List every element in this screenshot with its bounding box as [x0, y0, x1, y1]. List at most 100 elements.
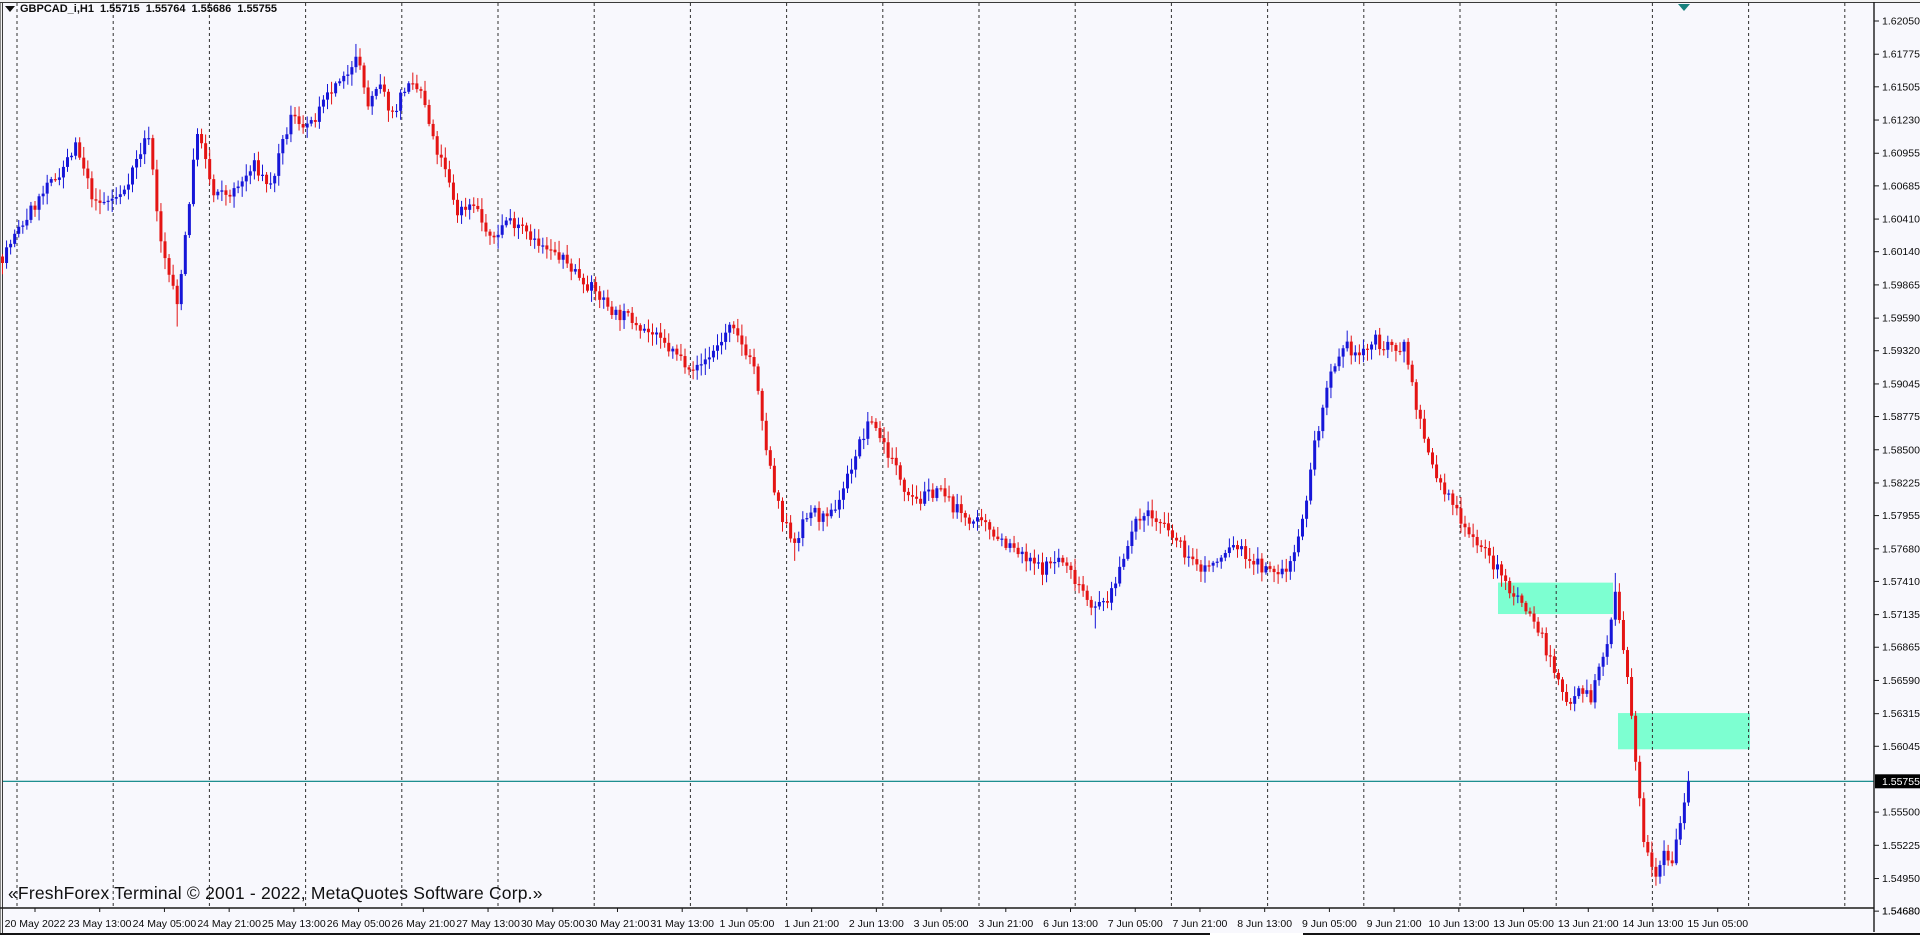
- candle-bear: [1061, 558, 1064, 563]
- candle-bull: [1204, 565, 1207, 571]
- candle-bear: [525, 225, 528, 231]
- candle-bull: [1098, 602, 1101, 606]
- candle-bull: [310, 120, 313, 124]
- candle-bull: [505, 221, 508, 226]
- candle-bear: [1041, 562, 1044, 574]
- candle-bull: [704, 359, 707, 364]
- price-tick-label: 1.60955: [1882, 148, 1920, 160]
- candle-bear: [931, 490, 934, 498]
- candle-bear: [86, 169, 89, 179]
- candle-bear: [988, 522, 991, 529]
- candle-bear: [1419, 410, 1422, 419]
- candle-bear: [1500, 564, 1503, 575]
- candle-bear: [204, 143, 207, 159]
- candle-bear: [1277, 572, 1280, 574]
- candle-bear: [1139, 519, 1142, 521]
- candle-bull: [180, 274, 183, 304]
- candle-bull: [1130, 532, 1133, 546]
- candle-bull: [17, 227, 20, 234]
- time-tick-label: 13 Jun 21:00: [1558, 918, 1619, 930]
- ohlc-high-value: 1.55764: [146, 3, 186, 15]
- candle-bear: [529, 231, 532, 239]
- candle-bear: [968, 518, 971, 524]
- candle-bear: [1252, 561, 1255, 565]
- candle-bear: [1537, 622, 1540, 633]
- candle-bear: [1358, 352, 1361, 355]
- candle-bull: [1594, 680, 1597, 702]
- price-tick-label: 1.55500: [1882, 807, 1920, 819]
- candle-bear: [781, 501, 784, 522]
- time-tick-label: 1 Jun 05:00: [719, 918, 774, 930]
- candle-bull: [1309, 470, 1312, 501]
- candle-bull: [42, 194, 45, 197]
- time-tick-label: 3 Jun 21:00: [978, 918, 1033, 930]
- candle-bull: [38, 196, 41, 210]
- candle-bear: [1667, 851, 1670, 861]
- candle-bull: [671, 349, 674, 352]
- candle-bear: [1459, 508, 1462, 523]
- candle-bear: [432, 124, 435, 136]
- time-tick-label: 3 Jun 05:00: [914, 918, 969, 930]
- candle-bear: [899, 465, 902, 479]
- candle-bear: [359, 57, 362, 66]
- candle-bull: [1374, 335, 1377, 345]
- candle-bull: [1134, 519, 1137, 532]
- candle-bull: [1687, 781, 1690, 802]
- candle-bear: [151, 138, 154, 169]
- candle-bull: [850, 470, 853, 474]
- candle-bear: [1626, 650, 1629, 677]
- candle-bull: [460, 207, 463, 215]
- candle-bull: [574, 269, 577, 272]
- candle-bear: [887, 442, 890, 458]
- candle-bull: [1232, 545, 1235, 547]
- candle-bear: [570, 264, 573, 272]
- candle-bear: [765, 421, 768, 450]
- candle-bull: [1386, 342, 1389, 350]
- candle-bull: [1216, 562, 1219, 563]
- candle-bull: [797, 538, 800, 543]
- candle-bull: [1403, 342, 1406, 352]
- price-tick-label: 1.56315: [1882, 708, 1920, 720]
- candle-bear: [732, 325, 735, 329]
- symbol-dropdown-icon[interactable]: [5, 6, 15, 12]
- candle-bull: [927, 490, 930, 492]
- candlestick-chart[interactable]: 1.620501.617751.615051.612301.609551.606…: [0, 0, 1920, 938]
- candle-bull: [602, 297, 605, 299]
- candle-bear: [1618, 592, 1621, 620]
- price-tick-label: 1.62050: [1882, 15, 1920, 27]
- candle-bull: [533, 239, 536, 240]
- candle-bear: [1183, 541, 1186, 558]
- chart-surface[interactable]: [3, 3, 1874, 908]
- candle-bear: [1049, 561, 1052, 563]
- candle-bull: [354, 57, 357, 67]
- candle-bear: [1086, 591, 1089, 600]
- demand-zone-rect[interactable]: [1618, 713, 1750, 749]
- price-tick-label: 1.58775: [1882, 411, 1920, 423]
- candle-bear: [1407, 342, 1410, 365]
- candle-bear: [419, 89, 422, 91]
- candle-bull: [1021, 552, 1024, 554]
- candle-bull: [318, 107, 321, 122]
- candle-bear: [1541, 633, 1544, 634]
- candle-bear: [172, 275, 175, 286]
- candle-bull: [237, 187, 240, 189]
- candle-bull: [1143, 516, 1146, 520]
- candle-bull: [501, 225, 504, 235]
- candle-bear: [960, 504, 963, 513]
- candle-bear: [753, 357, 756, 366]
- candle-bull: [822, 513, 825, 521]
- candle-bear: [367, 87, 370, 106]
- candle-bear: [387, 92, 390, 111]
- candle-bear: [1179, 540, 1182, 541]
- candle-bear: [558, 252, 561, 260]
- time-tick-label: 25 May 13:00: [262, 918, 326, 930]
- candle-bull: [253, 160, 256, 171]
- candle-bear: [1260, 559, 1263, 573]
- candle-bull: [103, 202, 106, 203]
- candle-bull: [273, 176, 276, 183]
- candle-bear: [1508, 581, 1511, 593]
- candle-bear: [554, 250, 557, 253]
- supply-zone-rect[interactable]: [1498, 583, 1613, 614]
- candle-bull: [338, 81, 341, 83]
- candle-bear: [1650, 852, 1653, 866]
